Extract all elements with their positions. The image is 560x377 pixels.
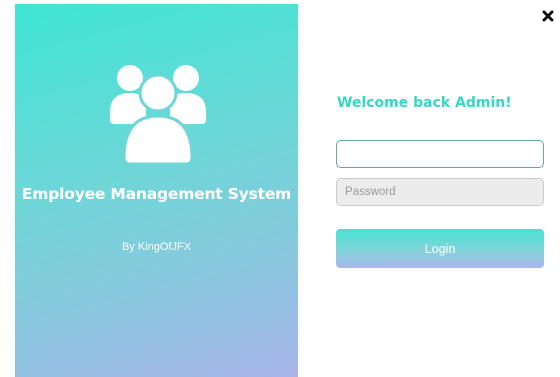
author-credit: By KingOfJFX bbox=[121, 241, 192, 253]
welcome-heading: Welcome back Admin! bbox=[337, 95, 512, 111]
username-input[interactable] bbox=[336, 140, 544, 168]
close-icon[interactable] bbox=[540, 8, 556, 24]
login-window: Employee Management System By KingOfJFX … bbox=[0, 0, 560, 377]
login-button[interactable]: Login bbox=[336, 229, 544, 268]
app-title: Employee Management System bbox=[21, 185, 292, 203]
users-group-icon bbox=[110, 65, 206, 166]
password-input[interactable] bbox=[336, 178, 544, 206]
branding-panel: Employee Management System By KingOfJFX bbox=[15, 4, 298, 377]
